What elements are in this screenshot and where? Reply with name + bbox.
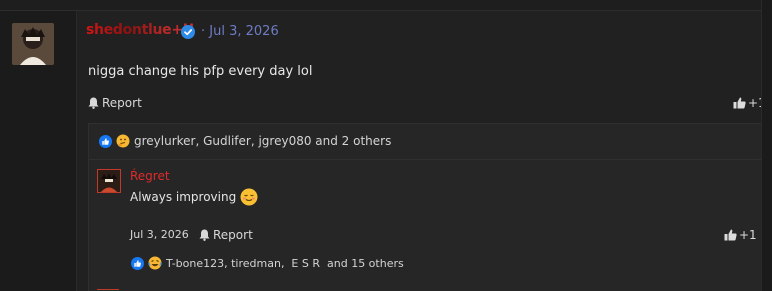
reply-body: Always improving <box>130 188 258 206</box>
reply-reactions-bar[interactable]: T-bone123, tiredman, E S R and 15 others <box>131 256 404 270</box>
reply-username[interactable]: Ŕegret <box>130 169 170 183</box>
post-avatar[interactable] <box>12 23 54 65</box>
reply-section: greylurker, Gudlifer, jgrey080 and 2 oth… <box>88 123 764 291</box>
laughing-emoji-icon <box>148 256 162 270</box>
thumbs-up-icon <box>724 229 737 241</box>
like-reaction-icon <box>131 256 144 270</box>
reply-avatar[interactable] <box>97 169 121 193</box>
scrollbar[interactable] <box>761 0 772 291</box>
reply-like-count: +1 <box>739 228 757 242</box>
post-body: nigga change his pfp every day lol <box>88 64 313 79</box>
reply-report-label: Report <box>213 228 253 242</box>
post-reactions-names: greylurker, Gudlifer, jgrey080 and 2 oth… <box>134 134 392 148</box>
reply-report-button[interactable]: Report <box>199 228 253 242</box>
reply-like-button[interactable]: +1 <box>724 228 757 242</box>
post-username[interactable]: shedontlue+U <box>86 22 194 38</box>
reply-text: Always improving <box>130 190 237 204</box>
reactions-divider <box>89 159 763 160</box>
bell-icon <box>199 229 210 241</box>
report-label: Report <box>102 96 142 110</box>
reply-reactions-names: T-bone123, tiredman, E S R and 15 others <box>166 256 404 270</box>
verified-badge-icon <box>181 25 195 39</box>
thinking-emoji-icon <box>116 134 130 148</box>
reply-date[interactable]: Jul 3, 2026 <box>130 228 189 241</box>
bell-icon <box>88 97 99 109</box>
date-separator: · <box>201 24 206 39</box>
post-reactions-bar[interactable]: greylurker, Gudlifer, jgrey080 and 2 oth… <box>99 134 391 148</box>
post-date[interactable]: · Jul 3, 2026 <box>201 24 279 39</box>
page: shedontlue+U · Jul 3, 2026 nigga change … <box>0 0 772 291</box>
thumbs-up-icon <box>733 97 746 109</box>
post-date-text[interactable]: Jul 3, 2026 <box>209 24 278 39</box>
post-report-button[interactable]: Report <box>88 96 142 110</box>
relieved-emoji-icon <box>240 188 258 206</box>
like-reaction-icon <box>99 134 112 148</box>
